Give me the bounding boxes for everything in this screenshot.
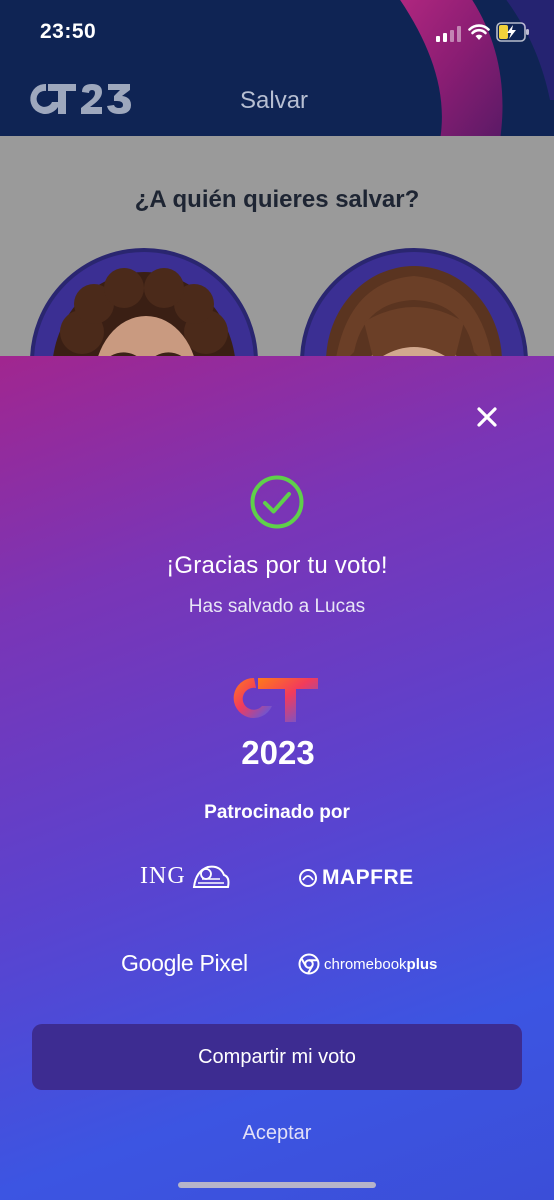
sponsor-mapfre: MAPFRE — [298, 864, 414, 892]
sponsor-chromebook-text: chromebookplus — [324, 955, 438, 973]
cellular-signal-icon — [436, 26, 461, 42]
ot23-logo — [30, 83, 131, 114]
home-indicator[interactable] — [178, 1182, 376, 1188]
logo-year: 2023 — [241, 734, 314, 768]
chrome-icon — [298, 953, 320, 975]
sponsor-mapfre-text: MAPFRE — [322, 866, 414, 889]
accept-button[interactable]: Aceptar — [0, 1122, 554, 1145]
vote-confirmation-sheet: ¡Gracias por tu voto! Has salvado a Luca… — [0, 356, 554, 1200]
contestant-photo — [326, 266, 502, 356]
sponsor-google-pixel: Google Pixel — [121, 946, 248, 980]
thanks-title: ¡Gracias por tu voto! — [166, 552, 388, 579]
sponsor-ing: ING — [140, 860, 232, 892]
status-bar: 23:50 — [0, 0, 554, 64]
save-contestant-screen: ¿A quién quieres salvar? — [0, 136, 554, 356]
sponsors-label: Patrocinado por — [204, 802, 350, 823]
contestant-photo — [53, 268, 235, 356]
sponsor-google-pixel-text: Google Pixel — [121, 949, 248, 976]
check-circle-icon — [250, 475, 304, 529]
sponsor-chromebook-plus: chromebookplus — [298, 950, 437, 978]
ot-2023-logo: 2023 — [233, 677, 318, 768]
contestant-avatar-right[interactable] — [300, 248, 528, 356]
sponsor-ing-text: ING — [140, 862, 186, 889]
app-header: 23:50 Salvar — [0, 0, 554, 136]
mapfre-emblem-icon — [299, 869, 317, 887]
contestant-avatar-left[interactable] — [30, 248, 258, 356]
page-title: Salvar — [240, 87, 309, 114]
battery-charging-icon — [496, 22, 529, 42]
lion-icon — [192, 865, 230, 888]
status-time: 23:50 — [40, 20, 97, 43]
wifi-icon — [468, 24, 490, 40]
saved-contestant-text: Has salvado a Lucas — [188, 596, 366, 617]
save-question: ¿A quién quieres salvar? — [134, 186, 420, 213]
close-icon[interactable] — [470, 400, 504, 434]
share-vote-button[interactable]: Compartir mi voto — [32, 1024, 522, 1090]
